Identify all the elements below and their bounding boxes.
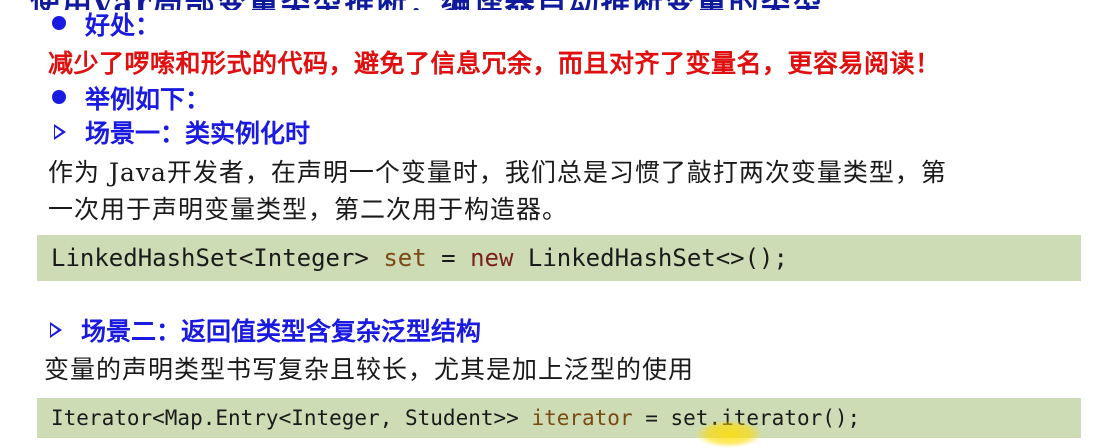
code-eq: = bbox=[426, 244, 471, 272]
scene2-paragraph: 变量的声明类型书写复杂且较长，尤其是加上泛型的使用 bbox=[44, 355, 695, 384]
bullet-icon bbox=[52, 90, 66, 104]
code-new-keyword: new bbox=[470, 244, 514, 272]
code-block-scene1: LinkedHashSet<Integer> set = new LinkedH… bbox=[37, 235, 1081, 281]
top-cropped-heading: 使用var局部变量类型推断：编译器自动推断变量的类型 bbox=[0, 0, 1111, 10]
arrow-bullet-icon bbox=[50, 322, 62, 338]
cursor-highlight bbox=[695, 420, 763, 448]
code-rest: LinkedHashSet<>(); bbox=[513, 244, 788, 272]
scene2-title: 场景二：返回值类型含复杂泛型结构 bbox=[81, 317, 482, 346]
code-type: Iterator<Map.Entry<Integer, Student>> bbox=[51, 406, 532, 430]
scene1-paragraph-line1: 作为 Java开发者，在声明一个变量时，我们总是习惯了敲打两次变量类型，第 bbox=[48, 158, 947, 187]
code-type: LinkedHashSet<Integer> bbox=[51, 244, 384, 272]
benefit-text: 减少了啰嗦和形式的代码，避免了信息冗余，而且对齐了变量名，更容易阅读！ bbox=[48, 49, 941, 78]
examples-heading: 举例如下： bbox=[85, 85, 211, 114]
arrow-bullet-icon bbox=[54, 124, 66, 140]
benefit-heading: 好处： bbox=[85, 11, 161, 40]
code-var-name: set bbox=[383, 244, 427, 272]
scene1-title: 场景一：类实例化时 bbox=[85, 119, 311, 148]
code-block-scene2: Iterator<Map.Entry<Integer, Student>> it… bbox=[37, 398, 1081, 438]
bullet-icon bbox=[52, 16, 66, 30]
scene1-paragraph-line2: 一次用于声明变量类型，第二次用于构造器。 bbox=[48, 195, 569, 224]
code-var-name: iterator bbox=[531, 406, 633, 430]
